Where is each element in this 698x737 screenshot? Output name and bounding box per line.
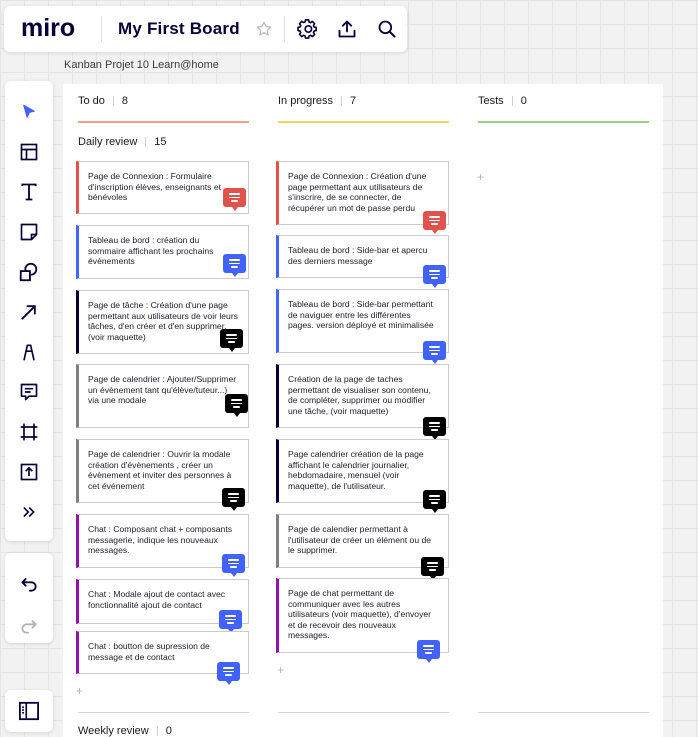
card-text: Page de calendier permettant à l'utilisa…	[288, 524, 432, 556]
separator	[511, 96, 513, 106]
comment-icon[interactable]	[220, 329, 243, 352]
comment-icon[interactable]	[5, 372, 53, 412]
template-icon[interactable]	[5, 132, 53, 172]
comment-icon[interactable]	[417, 640, 440, 663]
divider	[478, 712, 649, 713]
column-header[interactable]: In progress 7	[278, 95, 356, 107]
card-text: Page de calendrier : Ouvrir la modale cr…	[88, 449, 232, 491]
separator	[156, 726, 158, 736]
divider	[278, 712, 449, 713]
comment-icon[interactable]	[423, 211, 446, 234]
comment-icon[interactable]	[423, 490, 446, 513]
column-color-line	[78, 121, 249, 123]
comment-icon[interactable]	[222, 488, 245, 511]
column-in-progress: In progress 7 + Page de Connexion : Créa…	[263, 84, 463, 737]
separator	[145, 137, 147, 147]
card-text: Page de tâche : Création d'une page perm…	[88, 300, 238, 342]
tools-toolbar	[5, 81, 53, 541]
subgroup-title: Daily review	[78, 136, 138, 148]
add-card-button[interactable]: +	[76, 684, 83, 698]
separator	[341, 96, 343, 106]
more-icon[interactable]	[5, 492, 53, 532]
comment-icon[interactable]	[219, 610, 242, 633]
card-text: Page de calendrier : Ajouter/Supprimer u…	[88, 374, 237, 406]
search-icon[interactable]	[367, 9, 407, 49]
column-count: 8	[121, 95, 129, 107]
shapes-icon[interactable]	[5, 252, 53, 292]
upload-icon[interactable]	[5, 452, 53, 492]
arrow-icon[interactable]	[5, 292, 53, 332]
divider	[283, 16, 285, 42]
text-icon[interactable]	[5, 172, 53, 212]
column-title: To do	[78, 95, 105, 107]
card-text: Chat : boutton de supression de message …	[88, 641, 210, 662]
card-text: Tableau de bord : Side-bar et apercu des…	[288, 245, 428, 266]
upload-icon[interactable]	[327, 9, 367, 49]
undo-icon[interactable]	[5, 563, 53, 605]
logo-text: miro	[21, 17, 75, 41]
column-title: In progress	[278, 95, 334, 107]
column-todo: To do 8 Daily review 15 + Weekly review …	[63, 84, 263, 737]
card-text: Chat : Modale ajout de contact avec fonc…	[88, 589, 226, 610]
card-text: Tableau de bord : Side-bar permettant de…	[288, 299, 434, 331]
top-bar: miro My First Board	[4, 6, 407, 52]
kanban-board: To do 8 Daily review 15 + Weekly review …	[63, 84, 663, 737]
select-icon[interactable]	[5, 92, 53, 132]
frame-icon[interactable]	[5, 412, 53, 452]
card-text: Page de Connexion : Formulaire d'inscrip…	[88, 171, 222, 203]
board-title[interactable]: My First Board	[118, 19, 240, 39]
comment-icon[interactable]	[423, 341, 446, 364]
add-card-button[interactable]: +	[277, 663, 284, 677]
card-text: Page de Connexion : Création d'une page …	[288, 171, 427, 213]
pen-icon[interactable]	[5, 332, 53, 372]
comment-icon[interactable]	[225, 394, 248, 417]
subgroup-count: 0	[165, 725, 172, 737]
sticky-note-icon[interactable]	[5, 212, 53, 252]
column-header[interactable]: Tests 0	[478, 95, 527, 107]
panel-toolbar	[5, 690, 53, 732]
column-title: Tests	[478, 95, 504, 107]
column-count: 0	[520, 95, 527, 107]
comment-icon[interactable]	[222, 554, 245, 577]
gear-icon[interactable]	[287, 9, 327, 49]
card-text: Chat : Composant chat + composants messa…	[88, 524, 233, 556]
column-color-line	[278, 121, 449, 123]
comment-icon[interactable]	[421, 557, 444, 580]
divider	[78, 712, 249, 713]
column-tests: Tests 0 +	[463, 84, 663, 737]
card-text: Page de chat permettant de communiquer a…	[288, 588, 432, 641]
frame-label[interactable]: Kanban Projet 10 Learn@home	[64, 59, 219, 71]
card-text: Page calendrier création de la page affi…	[288, 449, 424, 491]
subgroup-count: 15	[154, 136, 167, 148]
divider	[101, 16, 102, 42]
redo-icon[interactable]	[5, 605, 53, 647]
comment-icon[interactable]	[223, 254, 246, 277]
subgroup-title: Weekly review	[78, 725, 149, 737]
separator	[112, 96, 114, 106]
star-icon[interactable]	[244, 9, 284, 49]
card-text: Création de la page de taches permettant…	[288, 374, 431, 416]
subgroup-header[interactable]: Daily review 15	[78, 136, 167, 148]
comment-icon[interactable]	[423, 417, 446, 440]
miro-logo[interactable]: miro	[4, 17, 101, 41]
subgroup-header[interactable]: Weekly review 0	[78, 725, 172, 737]
history-toolbar	[5, 553, 53, 643]
comment-icon[interactable]	[423, 265, 446, 288]
comment-icon[interactable]	[217, 662, 240, 685]
add-card-button[interactable]: +	[477, 170, 484, 184]
card-text: Tableau de bord : création du sommaire a…	[88, 235, 214, 267]
column-count: 7	[350, 95, 357, 107]
kanban-card[interactable]: Page de calendrier : Ajouter/Supprimer u…	[76, 364, 249, 428]
column-header[interactable]: To do 8	[78, 95, 128, 107]
panel-icon[interactable]	[5, 690, 53, 732]
column-color-line	[478, 121, 649, 123]
comment-icon[interactable]	[223, 188, 246, 211]
